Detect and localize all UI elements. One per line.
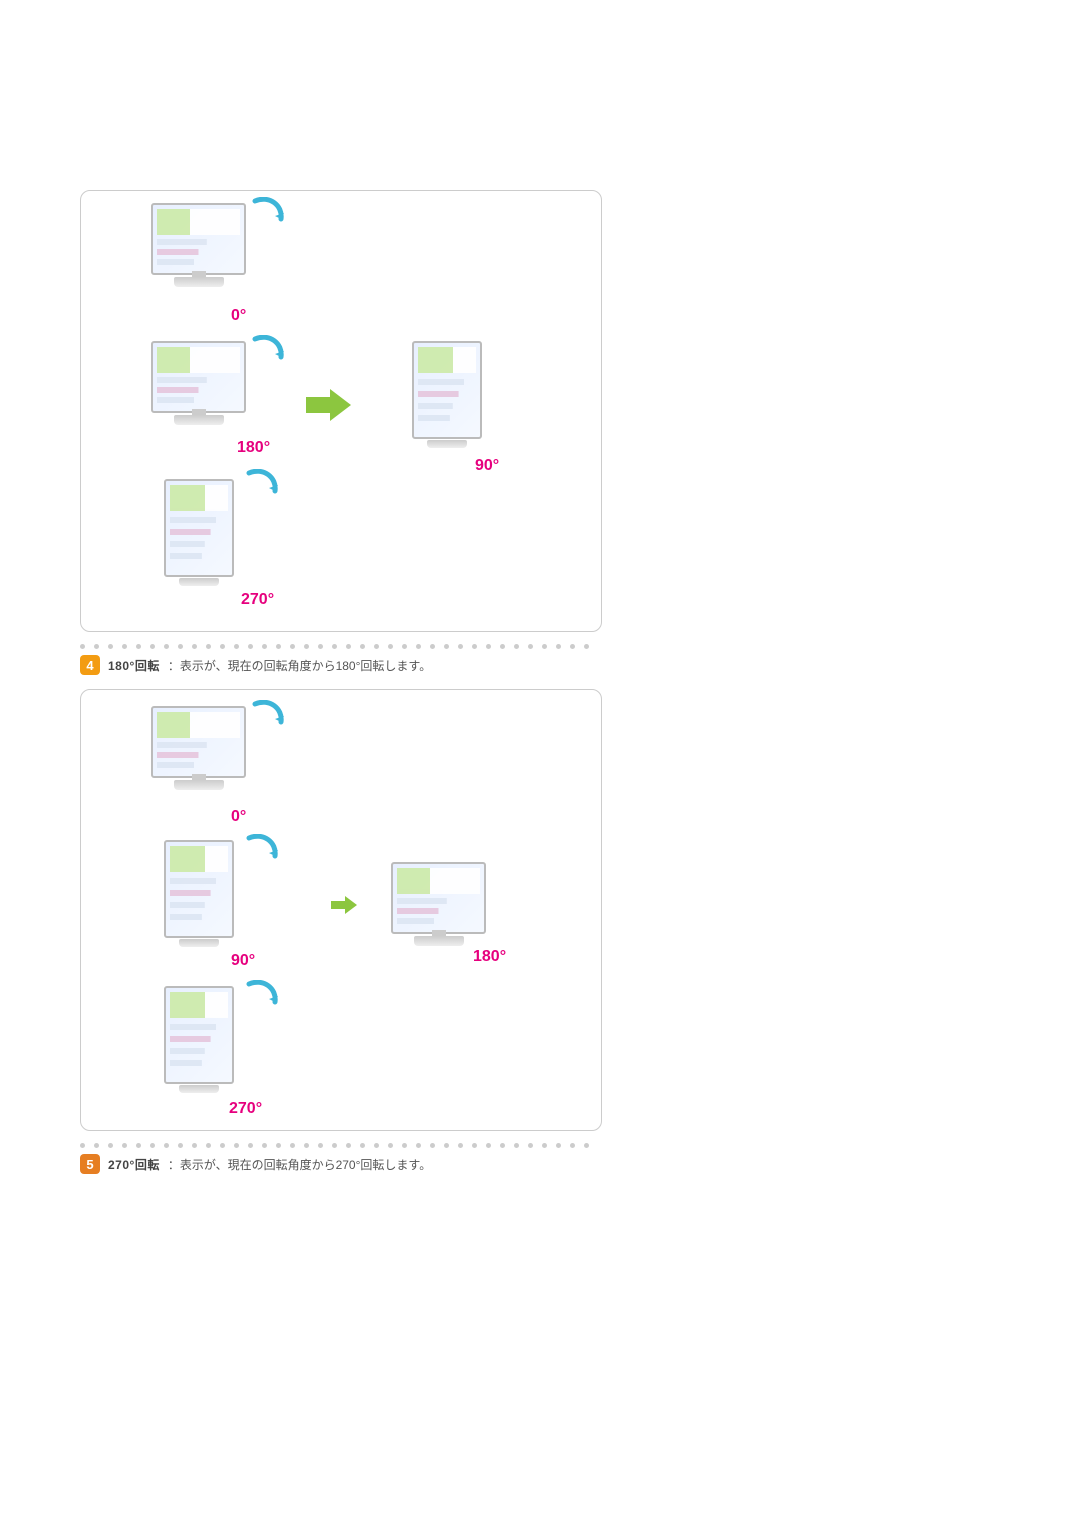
separator-dots [80, 644, 600, 649]
page: 0° 180° 270° 90° 4 [0, 0, 1080, 1528]
rotation-diagram-90: 0° 180° 270° 90° [80, 190, 602, 632]
bullet5-title: 270°回転 [108, 1156, 160, 1173]
result-arrow-icon [306, 389, 351, 421]
monitor-0deg [151, 706, 246, 796]
label-180deg: 180° [237, 439, 270, 457]
rotate-arrow-icon [241, 469, 281, 505]
label-90deg: 90° [475, 457, 499, 475]
bullet4-title: 180°回転 [108, 657, 160, 674]
rotate-arrow-icon [247, 700, 287, 736]
label-270deg: 270° [229, 1100, 262, 1118]
rotate-arrow-icon [247, 197, 287, 233]
rotate-arrow-icon [241, 980, 281, 1016]
monitor-90deg-result [407, 341, 487, 451]
monitor-270deg [159, 986, 239, 1096]
label-90deg: 90° [231, 952, 255, 970]
bullet4-desc: ：表示が、現在の回転角度から180°回転します。 [168, 657, 431, 674]
label-180deg: 180° [473, 948, 506, 966]
bullet-item-4: 4 180°回転 ：表示が、現在の回転角度から180°回転します。 [80, 655, 1080, 675]
bullet-number-4: 4 [80, 655, 100, 675]
bullet-number-5: 5 [80, 1154, 100, 1174]
monitor-180deg [151, 341, 246, 431]
monitor-90deg [159, 840, 239, 950]
rotate-arrow-icon [241, 834, 281, 870]
label-0deg: 0° [231, 808, 246, 826]
rotation-diagram-180: 0° 90° 270° 180° [80, 689, 602, 1131]
separator-dots [80, 1143, 600, 1148]
monitor-270deg [159, 479, 239, 589]
monitor-0deg [151, 203, 246, 293]
bullet-item-5: 5 270°回転 ：表示が、現在の回転角度から270°回転します。 [80, 1154, 1080, 1174]
bullet5-desc: ：表示が、現在の回転角度から270°回転します。 [168, 1156, 431, 1173]
label-0deg: 0° [231, 307, 246, 325]
monitor-180deg-result [391, 862, 486, 952]
result-arrow-icon [331, 896, 357, 914]
label-270deg: 270° [241, 591, 274, 609]
rotate-arrow-icon [247, 335, 287, 371]
